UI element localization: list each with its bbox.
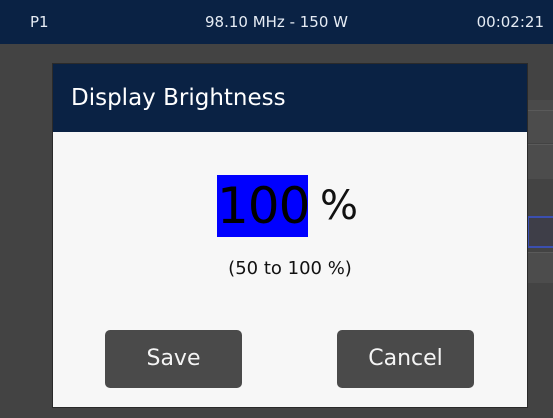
background-row-selected	[527, 216, 553, 248]
frequency-power-readout: 98.10 MHz - 150 W	[205, 13, 348, 31]
brightness-dialog: Display Brightness 100 % (50 to 100 %) S…	[53, 64, 527, 407]
status-bar: 98.10 MHz - 150 W P1 00:02:21	[0, 0, 553, 44]
background-row	[527, 144, 553, 179]
save-button[interactable]: Save	[105, 330, 242, 388]
preset-label: P1	[30, 13, 49, 31]
dialog-header: Display Brightness	[53, 64, 527, 132]
brightness-value-row: 100 %	[53, 175, 527, 237]
background-row	[527, 110, 553, 143]
dialog-title: Display Brightness	[71, 85, 286, 111]
background-row	[527, 252, 553, 283]
range-hint: (50 to 100 %)	[228, 258, 352, 279]
cancel-button[interactable]: Cancel	[337, 330, 474, 388]
clock-readout: 00:02:21	[476, 13, 544, 31]
brightness-value-field[interactable]: 100	[217, 175, 310, 237]
percent-unit: %	[320, 183, 359, 229]
